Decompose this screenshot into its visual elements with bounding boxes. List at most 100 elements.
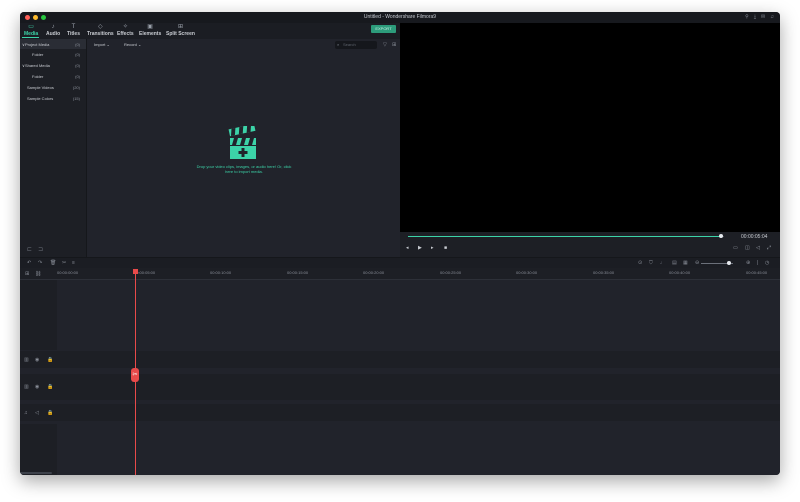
sidebar-item-label: ∨Shared Media	[22, 63, 50, 68]
preview-scrubber[interactable]	[408, 234, 724, 238]
microphone-icon[interactable]: ♩	[660, 260, 665, 266]
media-drop-area[interactable]: Drop your video clips, images, or audio …	[88, 51, 400, 257]
titles-icon: T	[71, 24, 76, 30]
search-icon: ⌕	[337, 42, 340, 47]
cut-icon[interactable]: ✂	[62, 260, 66, 266]
snapshot-icon[interactable]: ◫	[745, 245, 750, 251]
eye-icon[interactable]: ◉	[35, 384, 39, 390]
elements-icon: ▣	[147, 24, 153, 30]
track-header-audio-1: ♫ ◁ 🔒	[20, 404, 57, 421]
ruler-tick-label: 00:00:20:00	[363, 270, 385, 275]
clock-icon[interactable]: ◷	[765, 260, 769, 266]
video-track-icon: ▥	[24, 384, 29, 390]
eye-icon[interactable]: ◉	[35, 357, 39, 363]
export-button[interactable]: EXPORT	[371, 25, 396, 33]
mail-icon[interactable]: ✉	[761, 14, 765, 20]
preview-viewer	[400, 23, 780, 232]
sidebar-item-label: Sample Colors	[27, 96, 54, 101]
fit-icon[interactable]: |	[757, 260, 758, 266]
music-icon: ♫	[24, 410, 28, 416]
monitor-icon[interactable]: ▭	[733, 245, 738, 251]
fullscreen-icon[interactable]: ⤢	[767, 245, 771, 251]
grid-view-icon[interactable]: ⊞	[392, 42, 396, 48]
filter-icon[interactable]: ▽	[383, 42, 387, 48]
track-row-audio-1[interactable]	[57, 404, 780, 421]
sidebar-item-label: Sample Videos	[27, 85, 54, 90]
split-scissors-icon[interactable]: ✂	[131, 368, 139, 382]
new-folder-icon[interactable]: ⊏	[27, 246, 32, 253]
sidebar-item-shared-media[interactable]: ∨Shared Media (0)	[20, 60, 86, 70]
delete-icon[interactable]: 🗑	[50, 260, 56, 266]
volume-icon[interactable]: ◁	[35, 410, 39, 416]
ruler-tick-label: 00:00:40:00	[669, 270, 691, 275]
app-window: Untitled - Wondershare Filmora9 ⚲ ⤓ ✉ ♫ …	[20, 12, 780, 475]
ruler-tick-label: 00:00:45:00	[746, 270, 768, 275]
zoom-slider-handle[interactable]	[727, 261, 732, 265]
adjust-icon[interactable]: ≡	[72, 260, 75, 266]
title-bar: Untitled - Wondershare Filmora9 ⚲ ⤓ ✉ ♫	[20, 12, 780, 23]
drop-hint: Drop your video clips, images, or audio …	[196, 164, 292, 174]
preview-controls: 00:00:05:04 ◂ ▶ ▸ ■ ▭ ◫ ◁ ⤢	[400, 232, 780, 257]
shield-icon[interactable]: ⛉	[649, 260, 653, 266]
ruler-tick-label: 00:00:15:00	[287, 270, 309, 275]
timeline-toolbar: ↶ ↷ 🗑 ✂ ≡ ⊙ ⛉ ♩ ▤ ▦ ⊖ ⊕ | ◷	[20, 257, 780, 268]
tab-titles[interactable]: T Titles	[67, 24, 80, 37]
transitions-icon: ◇	[98, 24, 103, 30]
sidebar-item-folder[interactable]: Folder (0)	[20, 49, 86, 59]
sidebar-item-count: (0)	[75, 63, 80, 68]
lock-icon[interactable]: 🔒	[47, 410, 53, 416]
tab-split-screen[interactable]: ⊞ Split Screen	[166, 24, 195, 37]
tab-elements[interactable]: ▣ Elements	[139, 24, 161, 37]
track-row-video-2[interactable]	[57, 374, 780, 400]
render-icon[interactable]: ⊙	[638, 260, 642, 266]
import-dropdown[interactable]: Import ⌄	[94, 42, 110, 47]
ruler-tick-label: 00:00:30:00	[516, 270, 538, 275]
active-tab-indicator	[22, 37, 39, 38]
timeline-scrollbar[interactable]	[20, 472, 52, 474]
track-header-empty	[20, 424, 57, 475]
sidebar-item-label: Folder	[32, 74, 44, 79]
track-row-video-1[interactable]	[57, 351, 780, 368]
download-icon[interactable]: ⤓	[754, 14, 756, 20]
ruler-tick-label: 00:00:00:00	[57, 270, 79, 275]
tab-audio[interactable]: ♪ Audio	[46, 24, 60, 37]
volume-icon[interactable]: ◁	[756, 245, 760, 251]
library-tabs: ▭ Media ♪ Audio T Titles ◇ Transitions ✧ Effe…	[20, 23, 400, 39]
playhead-handle[interactable]	[133, 269, 138, 274]
lock-icon[interactable]: 🔒	[47, 384, 53, 390]
add-track-icon[interactable]: ⊞	[25, 271, 29, 277]
sidebar-item-sample-colors[interactable]: Sample Colors (15)	[20, 93, 86, 103]
tab-media[interactable]: ▭ Media	[24, 24, 38, 37]
sidebar-item-sample-videos[interactable]: Sample Videos (20)	[20, 82, 86, 92]
link-icon[interactable]: ⛓	[35, 271, 41, 277]
scrubber-handle[interactable]	[718, 234, 723, 238]
person-icon[interactable]: ⚲	[745, 14, 749, 20]
zoom-out-icon[interactable]: ⊖	[695, 260, 699, 266]
tab-transitions[interactable]: ◇ Transitions	[87, 24, 114, 37]
sidebar-item-count: (15)	[72, 96, 80, 101]
play-icon[interactable]: ▶	[418, 245, 422, 251]
sidebar-item-folder[interactable]: Folder (0)	[20, 71, 86, 81]
stop-icon[interactable]: ■	[444, 245, 447, 251]
undo-icon[interactable]: ↶	[27, 260, 31, 266]
lock-icon[interactable]: 🔒	[47, 357, 53, 363]
ruler-tick-label: 00:00:35:00	[593, 270, 615, 275]
chevron-down-icon: ⌄	[106, 42, 110, 47]
redo-icon[interactable]: ↷	[38, 260, 42, 266]
effects-icon: ✧	[122, 24, 128, 30]
music-icon: ♪	[51, 24, 55, 30]
delete-folder-icon[interactable]: ⊐	[38, 246, 43, 253]
zoom-in-icon[interactable]: ⊕	[746, 260, 750, 266]
step-forward-icon[interactable]: ▸	[431, 245, 434, 251]
window-title: Untitled - Wondershare Filmora9	[363, 14, 437, 20]
bell-icon[interactable]: ♫	[770, 14, 774, 20]
sidebar-item-count: (20)	[72, 85, 80, 90]
split-screen-icon: ⊞	[177, 24, 183, 30]
voiceover-icon[interactable]: ▦	[683, 260, 688, 266]
sidebar-item-project-media[interactable]: ∨Project Media (0)	[20, 39, 86, 49]
record-dropdown[interactable]: Record ⌄	[124, 42, 141, 47]
step-back-icon[interactable]: ◂	[406, 245, 409, 251]
search-input[interactable]: ⌕ Search	[335, 41, 377, 49]
tab-effects[interactable]: ✧ Effects	[117, 24, 134, 37]
audio-mixer-icon[interactable]: ▤	[672, 260, 677, 266]
